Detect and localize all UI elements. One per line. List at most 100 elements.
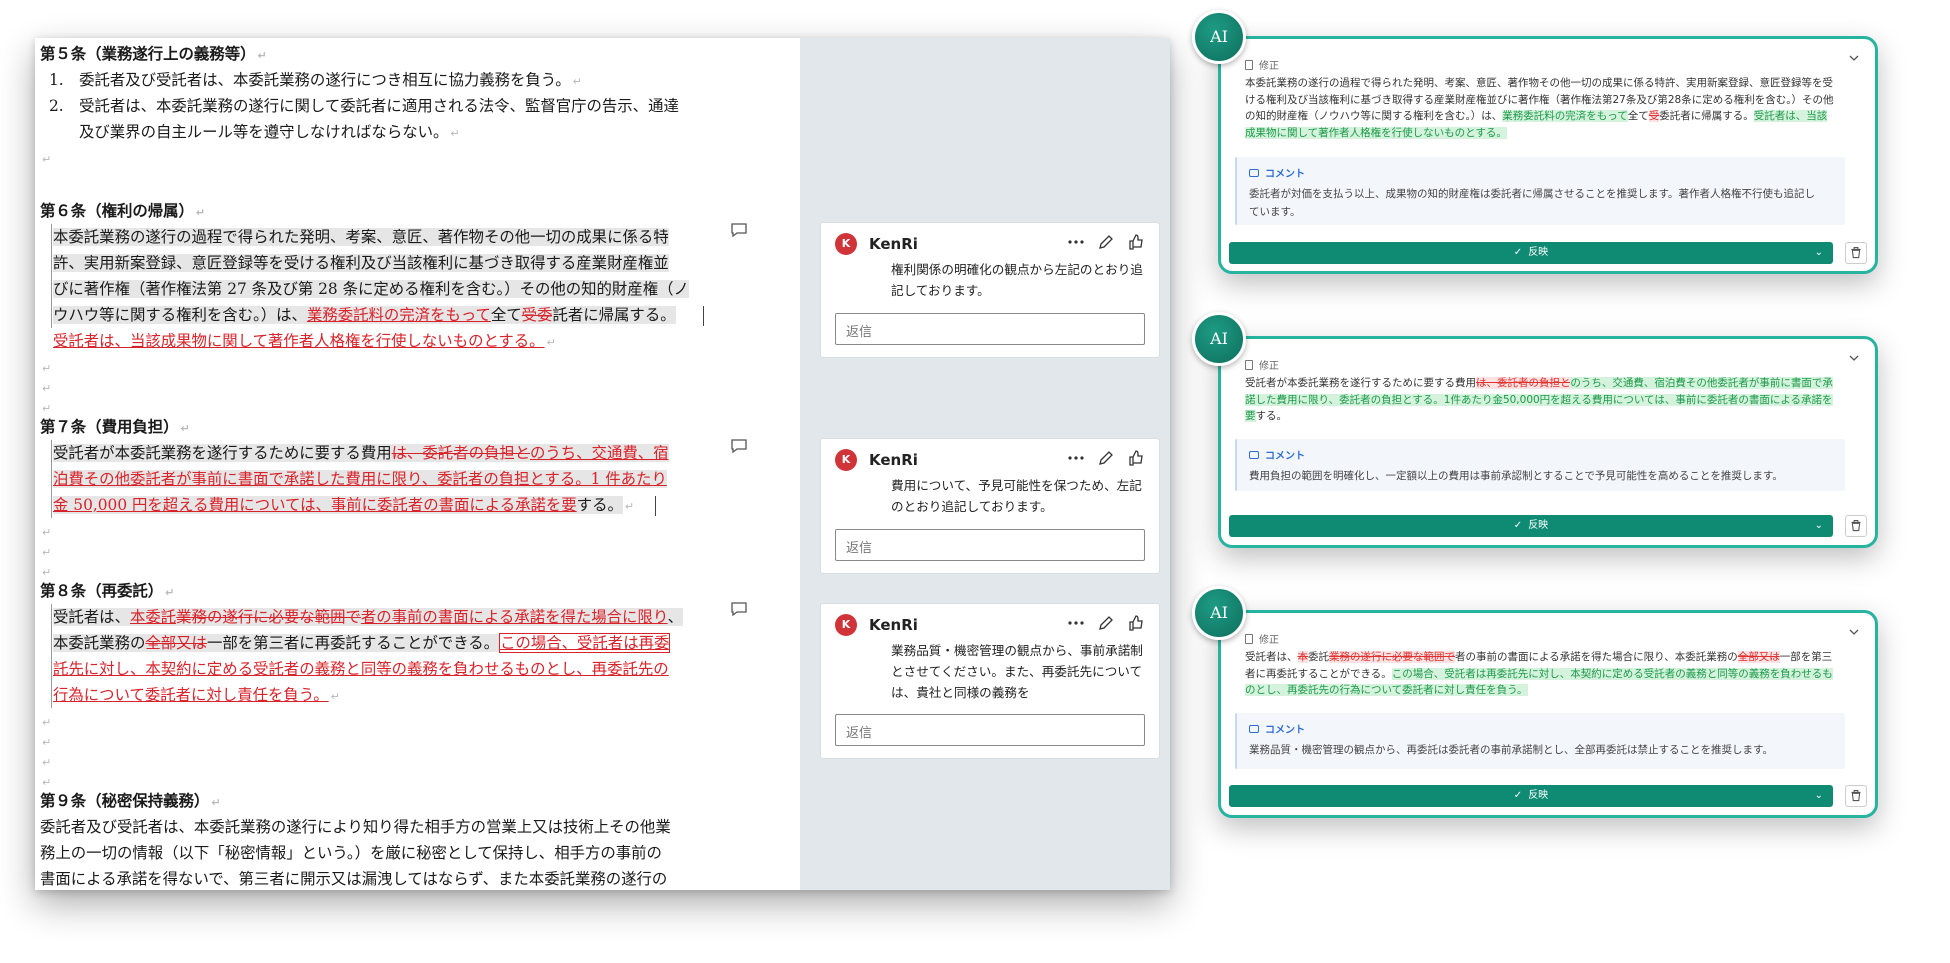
ai-badge: AI [1192, 586, 1246, 640]
comment-author: KenRi [869, 235, 918, 253]
tracked-insertion: 本委託 [129, 608, 177, 626]
comment-text: 権利関係の明確化の観点から左記のとおり追記しております。 [891, 262, 1143, 298]
ai-suggestion-card: 修正 受託者は、本委託業務の遂行に必要な範囲で者の事前の書面による承諾を得た場合… [1218, 610, 1878, 818]
comment-icon [1249, 451, 1259, 459]
tracked-insertion: のうち、交通費、宿 [529, 444, 669, 462]
paragraph-selection-bar [51, 224, 52, 328]
comment-card[interactable]: K KenRi 権利関係の明確化の観点から左記のとおり追記しております。 返信 [820, 222, 1160, 358]
check-icon: ✓ [1513, 790, 1523, 801]
avatar: K [835, 449, 857, 471]
reply-input[interactable]: 返信 [835, 714, 1145, 746]
empty-paragraph: ↵ [42, 153, 52, 166]
article-8-heading: 第８条（再委託） ↵ [40, 582, 175, 600]
reply-input[interactable]: 返信 [835, 313, 1145, 345]
document-icon [1245, 360, 1253, 370]
comment-icon [1249, 725, 1259, 733]
tracked-insertion: 託先に対し、本契約に定める受託者の義務と同等の義務を負わせるものとし、再委託先の [53, 660, 669, 678]
article-8-line-1: 受託者は、本委託業務の遂行に必要な範囲で者の事前の書面による承諾を得た場合に限り… [53, 608, 684, 626]
chevron-down-icon[interactable] [1849, 627, 1859, 637]
ai-badge: AI [1192, 10, 1246, 64]
article-9-heading: 第９条（秘密保持義務） ↵ [40, 792, 221, 810]
chevron-down-icon[interactable]: ⌄ [1815, 515, 1823, 537]
comment-indicator-icon[interactable] [730, 438, 748, 454]
ai-comment-text: 費用負担の範囲を明確化し、一定額以上の費用は事前承認制とすることで予見可能性を高… [1249, 470, 1783, 482]
comment-author: KenRi [869, 451, 918, 469]
comment-card[interactable]: K KenRi 費用について、予見可能性を保つため、左記のとおり追記しております… [820, 438, 1160, 574]
more-options-icon[interactable] [1067, 614, 1085, 632]
article-6-heading: 第６条（権利の帰属） ↵ [40, 202, 206, 220]
tracked-insertion: 金 50,000 円を超える費用については、事前に委託者の書面による承諾を要 [53, 496, 577, 514]
article-6-line-1: 本委託業務の遂行の過程で得られた発明、考案、意匠、著作物その他一切の成果に係る特 [53, 228, 669, 246]
tracked-insertion: 泊費その他委託者が事前に書面で承諾した費用に限り、委託者の負担とする。1 件あた… [53, 470, 667, 488]
like-thumb-icon[interactable] [1127, 449, 1145, 467]
article-8-line-4: 行為について委託者に対し責任を負う。 ↵ [53, 686, 340, 704]
article-9-line-3: 書面による承諾を得ないで、第三者に開示又は漏洩してはならず、また本委託業務の遂行… [40, 870, 668, 888]
chevron-down-icon[interactable]: ⌄ [1815, 785, 1823, 807]
edit-pencil-icon[interactable] [1097, 614, 1115, 632]
check-icon: ✓ [1513, 247, 1523, 258]
ai-comment-text: 業務品質・機密管理の観点から、再委託は委託者の事前承諾制とし、全部再委託は禁止す… [1249, 744, 1773, 756]
article-6-line-4: ウハウ等に関する権利を含む。）は、業務委託料の完済をもって全て受委託者に帰属する… [53, 306, 676, 324]
revision-text: 本委託業務の遂行の過程で得られた発明、考案、意匠、著作物その他一切の成果に係る特… [1245, 77, 1834, 139]
text-cursor [655, 496, 656, 516]
comment-indicator-icon[interactable] [730, 222, 748, 238]
tracked-deletion: 全部又は [145, 634, 207, 652]
comment-text: 費用について、予見可能性を保つため、左記のとおり追記しております。 [891, 478, 1142, 514]
tracked-deletion: は、委託者の負担と [391, 444, 530, 462]
text-cursor [703, 306, 704, 326]
article-5-item-2: 2. 受託者は、本委託業務の遂行に関して委託者に適用される法令、監督官庁の告示、… [49, 97, 679, 115]
article-5-item-1: 1. 委託者及び受託者は、本委託業務の遂行につき相互に協力義務を負う。 ↵ [49, 71, 582, 89]
ai-suggestion-card: 修正 受託者が本委託業務を遂行するために要する費用は、委託者の負担とのうち、交通… [1218, 336, 1878, 548]
reply-input[interactable]: 返信 [835, 529, 1145, 561]
revision-label: 修正 [1245, 57, 1279, 72]
ai-comment-box: コメント 費用負担の範囲を明確化し、一定額以上の費用は事前承認制とすることで予見… [1235, 439, 1845, 491]
edit-pencil-icon[interactable] [1097, 233, 1115, 251]
article-8-line-3: 託先に対し、本契約に定める受託者の義務と同等の義務を負わせるものとし、再委託先の [53, 656, 669, 682]
document-icon [1245, 634, 1253, 644]
revision-label: 修正 [1245, 357, 1279, 372]
chevron-down-icon[interactable] [1849, 53, 1859, 63]
apply-button[interactable]: ✓ 反映 ⌄ [1229, 242, 1833, 264]
tracked-insertion: この場合、受託者は再委 [499, 633, 671, 653]
article-5-item-2-cont: 及び業界の自主ルール等を遵守しなければならない。 ↵ [79, 123, 460, 141]
tracked-insertion: 行為について委託者に対し責任を負う。 [53, 686, 329, 704]
document-icon [1245, 60, 1253, 70]
article-9-line-2: 務上の一切の情報（以下「秘密情報」という。）を厳に秘密として保持し、相手方の事前… [40, 844, 662, 862]
like-thumb-icon[interactable] [1127, 233, 1145, 251]
revision-text: 受託者が本委託業務を遂行するために要する費用は、委託者の負担とのうち、交通費、宿… [1245, 377, 1833, 422]
ai-badge: AI [1192, 312, 1246, 366]
comment-text: 業務品質・機密管理の観点から、事前承諾制とさせてください。また、再委託先について… [891, 643, 1143, 700]
edit-pencil-icon[interactable] [1097, 449, 1115, 467]
chevron-down-icon[interactable]: ⌄ [1815, 242, 1823, 264]
paragraph-selection-bar [51, 604, 52, 708]
like-thumb-icon[interactable] [1127, 614, 1145, 632]
trash-icon[interactable] [1845, 242, 1867, 264]
article-6-line-5: 受託者は、当該成果物に関して著作者人格権を行使しないものとする。 ↵ [53, 332, 556, 350]
more-options-icon[interactable] [1067, 233, 1085, 251]
apply-button[interactable]: ✓ 反映 ⌄ [1229, 785, 1833, 807]
ai-suggestion-card: 修正 本委託業務の遂行の過程で得られた発明、考案、意匠、著作物その他一切の成果に… [1218, 36, 1878, 274]
more-options-icon[interactable] [1067, 449, 1085, 467]
article-8-line-2: 本委託業務の全部又は一部を第三者に再委託することができる。この場合、受託者は再委 [53, 633, 671, 653]
article-7-heading: 第７条（費用負担） ↵ [40, 418, 190, 436]
apply-button[interactable]: ✓ 反映 ⌄ [1229, 515, 1833, 537]
article-9-line-1: 委託者及び受託者は、本委託業務の遂行により知り得た相手方の営業上又は技術上その他… [40, 818, 671, 836]
avatar: K [835, 614, 857, 636]
comment-card[interactable]: K KenRi 業務品質・機密管理の観点から、事前承諾制とさせてください。また、… [820, 603, 1160, 759]
article-7-line-3: 金 50,000 円を超える費用については、事前に委託者の書面による承諾を要する… [53, 496, 635, 514]
trash-icon[interactable] [1845, 785, 1867, 807]
trash-icon[interactable] [1845, 515, 1867, 537]
document-page[interactable]: 第５条（業務遂行上の義務等） ↵ 1. 委託者及び受託者は、本委託業務の遂行につき… [35, 38, 800, 890]
comment-indicator-icon[interactable] [730, 601, 748, 617]
comment-icon [1249, 169, 1259, 177]
comments-pane: K KenRi 権利関係の明確化の観点から左記のとおり追記しております。 返信 … [800, 38, 1170, 890]
comment-author: KenRi [869, 616, 918, 634]
check-icon: ✓ [1513, 520, 1523, 531]
tracked-deletion: 業務の遂行に必要な範囲で [176, 608, 361, 626]
tracked-deletion: 受委 [521, 306, 553, 324]
ai-comment-text: 委託者が対価を支払う以上、成果物の知的財産権は委託者に帰属させることを推奨します… [1249, 188, 1815, 218]
chevron-down-icon[interactable] [1849, 353, 1859, 363]
article-7-line-1: 受託者が本委託業務を遂行するために要する費用は、委託者の負担とのうち、交通費、宿 [53, 444, 669, 462]
avatar: K [835, 233, 857, 255]
ai-comment-box: コメント 委託者が対価を支払う以上、成果物の知的財産権は委託者に帰属させることを… [1235, 157, 1845, 225]
